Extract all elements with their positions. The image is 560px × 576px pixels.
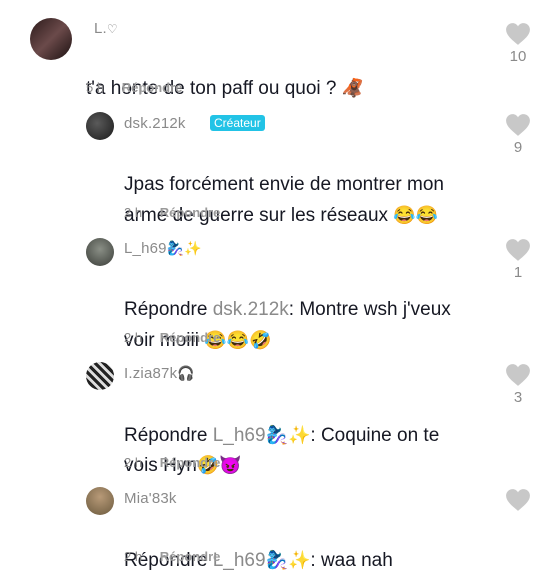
comment-meta: 2 h Répondre [124,330,234,345]
reply-button[interactable]: Répondre [160,205,221,220]
comment-text-2: voir moiii 😂😂🤣 [124,295,271,356]
timestamp: 2 h [124,330,143,345]
heart-icon [506,23,530,45]
mention-emoji: 🧞‍♀️✨ [265,550,311,570]
username[interactable]: L_h69🧞‍♀️✨ [124,240,202,257]
reply-button[interactable]: Répondre [122,80,183,95]
heart-icon [506,239,530,261]
heart-icon [506,364,530,386]
like-count: 9 [513,139,523,156]
username-text: L. [94,20,107,37]
heart-icon [506,489,530,511]
comment-text-body: : Coquine on te [310,425,440,446]
like-button[interactable]: 10 [503,22,533,74]
comment-text-body: : Montre wsh j'veux [288,299,451,320]
username-text: dsk.212k [124,115,186,132]
username-emoji: 🧞‍♀️✨ [166,240,202,256]
comment-text-2: vois Hyn🤣😈 [124,420,242,481]
heart-suffix: ♡ [106,22,118,36]
mention-emoji: 🧞‍♀️✨ [265,425,311,445]
timestamp: 5 h [86,80,105,95]
timestamp: 2 h [124,455,143,470]
heart-icon [506,114,530,136]
username[interactable]: Mia'83k [124,490,177,507]
comment-meta: 5 h Répondre [86,80,196,95]
timestamp: 2 h [124,549,143,564]
avatar[interactable] [86,362,114,390]
username-text: I.zia87k [124,365,178,382]
username[interactable]: I.zia87k🎧 [124,365,195,382]
comment-meta: 2 h Répondre [124,205,234,220]
reply-button[interactable]: Répondre [160,330,221,345]
comment-meta: 2 h Répondre [124,455,234,470]
comment-text-body: : waa nah [310,550,393,571]
emoji: 😂😂 [393,205,439,225]
timestamp: 2 h [124,205,143,220]
avatar[interactable] [30,18,72,60]
like-button[interactable] [503,488,533,540]
like-button[interactable]: 9 [503,113,533,165]
avatar[interactable] [86,487,114,515]
emoji: 🦧 [341,78,365,98]
reply-button[interactable]: Répondre [160,455,221,470]
like-count: 1 [513,264,523,281]
like-count: 3 [513,389,523,406]
like-count: 10 [509,48,527,65]
comment-text-2: arme de guerre sur les réseaux 😂😂 [124,170,438,231]
like-button[interactable]: 3 [503,363,533,415]
avatar[interactable] [86,112,114,140]
comment-text: Répondre L_h69🧞‍♀️✨: waa nah [124,515,393,576]
avatar[interactable] [86,238,114,266]
username-text: L_h69 [124,240,167,257]
username-emoji: 🎧 [177,365,195,381]
username[interactable]: dsk.212k [124,115,186,132]
comment-meta: 2 h Répondre [124,549,234,564]
username-text: Mia'83k [124,490,177,507]
username[interactable]: L.♡ [94,20,118,37]
reply-button[interactable]: Répondre [160,549,221,564]
like-button[interactable]: 1 [503,238,533,290]
creator-badge: Créateur [210,115,265,131]
